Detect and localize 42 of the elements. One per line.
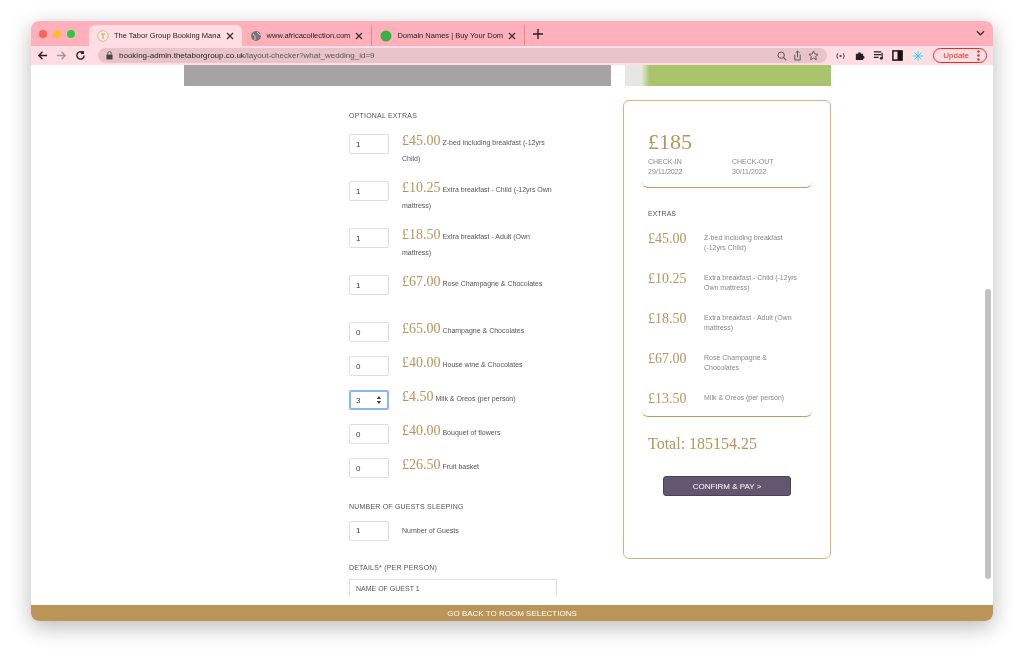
back-icon[interactable]	[37, 50, 48, 61]
stepper-icon[interactable]	[376, 395, 382, 405]
playlist-icon[interactable]	[873, 50, 885, 61]
extra-price: £18.50	[648, 312, 688, 328]
lock-icon	[106, 51, 113, 60]
quantity-field[interactable]: 0	[349, 458, 389, 478]
extra-price: £10.25	[648, 272, 688, 288]
star-icon[interactable]	[808, 50, 820, 61]
share-icon[interactable]	[793, 50, 803, 61]
zoom-icon[interactable]	[777, 50, 788, 61]
circle-icon	[380, 29, 393, 42]
address-bar[interactable]: booking-admin.thetaborgroup.co.uk/layout-checker?what_wedding_id=9	[98, 48, 828, 63]
guests-field[interactable]: 1	[349, 520, 389, 541]
extra-price: £67.00	[648, 352, 688, 368]
room-price: £185	[648, 129, 693, 155]
quantity-field[interactable]: 0	[349, 322, 389, 342]
extra-price: £45.00	[648, 232, 688, 248]
scrollbar[interactable]	[985, 289, 991, 579]
confirm-pay-button[interactable]: CONFIRM & PAY >	[663, 476, 791, 496]
quantity-field[interactable]: 1	[349, 181, 389, 201]
quantity-field[interactable]: 1	[349, 134, 389, 154]
quantity-field[interactable]: 0	[349, 424, 389, 444]
side-panel-icon[interactable]	[892, 50, 904, 61]
more-icon[interactable]	[977, 50, 980, 61]
quantity-field[interactable]: 0	[349, 356, 389, 376]
close-icon[interactable]	[508, 31, 517, 40]
puzzle-icon[interactable]	[854, 50, 866, 61]
globe-icon	[249, 29, 262, 42]
close-icon[interactable]	[225, 31, 234, 40]
logo-icon	[97, 29, 109, 42]
total-amount: Total: 185154.25	[648, 435, 759, 453]
update-button[interactable]: Update	[933, 48, 987, 63]
quantity-field[interactable]: 1	[349, 228, 389, 248]
reload-icon[interactable]	[75, 50, 86, 61]
quantity-field[interactable]: 3	[349, 390, 389, 410]
broadcast-icon[interactable]	[835, 51, 847, 60]
extra-price: £13.50	[648, 392, 688, 408]
url-text: booking-admin.thetaborgroup.co.uk/layout-checker?what_wedding_id=9	[119, 51, 375, 60]
quantity-field[interactable]: 1	[349, 275, 389, 295]
chevron-down-icon[interactable]	[976, 30, 985, 36]
new-tab-icon[interactable]	[533, 28, 544, 39]
close-icon[interactable]	[355, 31, 364, 40]
